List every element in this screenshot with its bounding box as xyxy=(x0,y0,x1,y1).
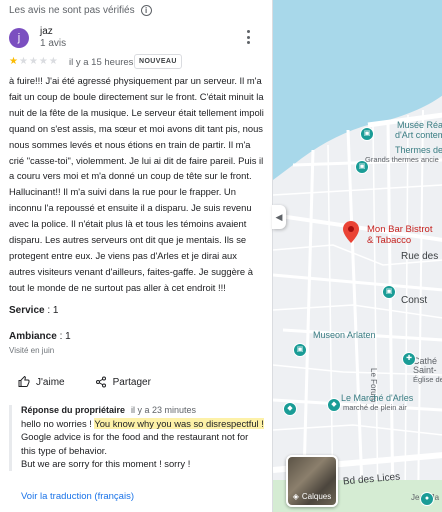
unverified-note-text: Les avis ne sont pas vérifiés xyxy=(9,5,135,16)
thermes-icon[interactable]: ▣ xyxy=(355,160,369,174)
map-label-musee-sub: d'Art contempo xyxy=(395,130,442,140)
owner-reply-line1: hello no worries ! xyxy=(21,418,95,429)
share-label: Partager xyxy=(112,376,151,388)
owner-reply-text: hello no worries ! You know why you was … xyxy=(21,417,265,471)
visited-date: Visité en juin xyxy=(9,346,55,355)
review-text: à fuire!!! J'ai été agressé physiquement… xyxy=(9,75,264,293)
more-options-icon[interactable] xyxy=(244,30,252,44)
map-label-eglise: Église de xyxy=(413,375,442,384)
like-label: J'aime xyxy=(36,376,65,388)
map-label-thermes: Thermes de Const xyxy=(395,145,442,155)
service-rating: Service : 1 xyxy=(9,305,59,316)
like-button[interactable]: J'aime xyxy=(18,376,65,388)
review-time: il y a 15 heures xyxy=(69,57,134,68)
star-icon: ★ xyxy=(38,56,48,67)
marker-icon[interactable]: ● xyxy=(420,492,434,506)
star-icon: ★ xyxy=(18,56,28,67)
collapse-panel-button[interactable]: ◀ xyxy=(272,205,286,229)
layers-button[interactable]: ◈ Calques xyxy=(286,455,338,507)
location-pin-icon[interactable] xyxy=(343,221,359,243)
layers-label: ◈ Calques xyxy=(288,492,336,501)
map-label-place-sub: & Tabacco xyxy=(367,235,412,246)
new-badge: NOUVEAU xyxy=(134,54,182,69)
ambiance-rating: Ambiance : 1 xyxy=(9,331,71,342)
translate-link[interactable]: Voir la traduction (français) xyxy=(21,491,134,502)
review-panel: Les avis ne sont pas vérifiés i j jaz 1 … xyxy=(0,0,272,512)
unverified-note: Les avis ne sont pas vérifiés i xyxy=(9,5,152,16)
market-icon[interactable]: ◆ xyxy=(327,398,341,412)
map-label-marche: Le Marché d'Arles xyxy=(341,393,414,403)
service-value: : 1 xyxy=(47,305,59,316)
map-label-musee: Musée Réa xyxy=(397,120,442,130)
share-button[interactable]: Partager xyxy=(95,376,151,388)
owner-reply-label: Réponse du propriétaire xyxy=(21,405,126,415)
map-label-museon: Museon Arlaten xyxy=(313,330,376,340)
star-icon: ★ xyxy=(48,56,58,67)
service-label: Service xyxy=(9,305,45,316)
map-label-marche-sub: marché de plein air xyxy=(343,403,407,412)
owner-reply-header: Réponse du propriétaire il y a 23 minutes xyxy=(21,405,265,415)
ambiance-value: : 1 xyxy=(59,331,71,342)
owner-reply-highlight: You know why you was so disrespectful ! xyxy=(94,418,264,429)
museon-icon[interactable]: ▣ xyxy=(293,343,307,357)
thumbs-up-icon xyxy=(18,376,30,387)
church-icon[interactable]: ✚ xyxy=(402,352,416,366)
ambiance-label: Ambiance xyxy=(9,331,57,342)
info-icon[interactable]: i xyxy=(140,5,152,16)
layers-text: Calques xyxy=(301,492,332,501)
map-label-const: Const xyxy=(401,295,428,306)
review-actions: J'aime Partager xyxy=(18,376,151,388)
reviewer-name[interactable]: jaz xyxy=(40,26,53,37)
owner-reply-time: il y a 23 minutes xyxy=(131,405,197,415)
star-icon: ★ xyxy=(28,56,38,67)
museum-icon[interactable]: ▣ xyxy=(360,127,374,141)
reviewer-review-count: 1 avis xyxy=(40,38,67,49)
shop-icon[interactable]: ◆ xyxy=(283,402,297,416)
map-label-rue: Rue des xyxy=(401,251,439,262)
owner-reply-line3: But we are sorry for this moment ! sorry… xyxy=(21,458,191,470)
map-label-place: Mon Bar Bistrot xyxy=(367,224,433,235)
star-rating: ★ ★ ★ ★ ★ xyxy=(9,57,58,67)
map-label-thermes-sub: Grands thermes ancie xyxy=(365,155,439,164)
avatar[interactable]: j xyxy=(9,28,29,48)
share-icon xyxy=(95,376,106,388)
layers-icon: ◈ xyxy=(292,492,299,501)
map-label-cathedrale-sub: Saint- xyxy=(413,365,437,375)
owner-reply-rest: Google advice is for the food and the re… xyxy=(21,431,249,456)
map-view[interactable]: Musée Réa d'Art contempo Thermes de Cons… xyxy=(272,0,442,512)
owner-reply: Réponse du propriétaire il y a 23 minutes… xyxy=(9,405,265,471)
star-icon: ★ xyxy=(9,56,18,67)
landmark-icon[interactable]: ▣ xyxy=(382,285,396,299)
